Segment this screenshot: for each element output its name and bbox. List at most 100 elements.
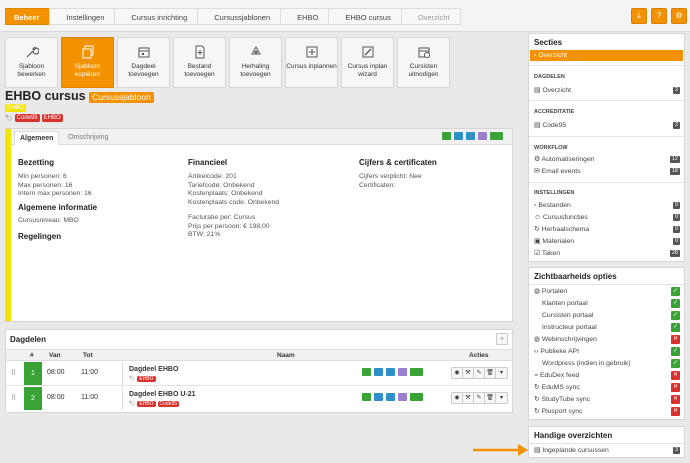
sidebar-item-overzicht-active[interactable]: ▫ Overzicht bbox=[530, 50, 683, 61]
breadcrumb-item[interactable]: Cursus inrichting bbox=[114, 8, 199, 25]
trash-icon[interactable]: 🗑 bbox=[485, 393, 496, 403]
info-line: Certificaten: bbox=[359, 181, 396, 189]
wrench-icon[interactable]: ⚒ bbox=[463, 368, 474, 378]
table-row[interactable]: ⠿ 1 08:00 11:00 Dagdeel EHBO 🏷 EHBO ◉ ⚒ … bbox=[6, 362, 512, 386]
chat-icon[interactable] bbox=[478, 132, 487, 140]
add-file-button[interactable]: Bestand toevoegen bbox=[173, 37, 226, 88]
tab-omschrijving[interactable]: Omschrijving bbox=[63, 131, 113, 145]
sidebar-item-cursusfuncties[interactable]: ☺ Cursusfuncties 0 bbox=[529, 212, 684, 223]
sidebar-item-bestanden[interactable]: ▫ Bestanden 0 bbox=[529, 200, 684, 211]
visibility-item-edudex[interactable]: ⌁ EduDex feed ✕ bbox=[529, 370, 684, 381]
visibility-item-webinschrijvingen[interactable]: ◍ Webinschrijvingen ✕ bbox=[529, 334, 684, 345]
row-name[interactable]: Dagdeel EHBO U-21 bbox=[129, 391, 196, 398]
building-icon[interactable] bbox=[374, 368, 383, 376]
breadcrumb-item[interactable]: Beheer bbox=[5, 8, 51, 25]
breadcrumb-item[interactable]: EHBO cursus bbox=[328, 8, 402, 25]
check-icon[interactable]: ✓ bbox=[671, 323, 680, 332]
check-icon[interactable]: ✓ bbox=[671, 299, 680, 308]
sidebar-item-materialen[interactable]: ▣ Materialen 0 bbox=[529, 236, 684, 247]
info-line: Max personen: 16 bbox=[18, 181, 73, 189]
sidebar-item-code95[interactable]: ▤ Code95 2 bbox=[529, 120, 684, 131]
close-icon[interactable]: ✕ bbox=[671, 335, 680, 344]
edit-icon[interactable]: ✎ bbox=[474, 393, 485, 403]
check-icon[interactable]: ✓ bbox=[671, 359, 680, 368]
building-icon[interactable] bbox=[454, 132, 463, 140]
close-icon[interactable]: ✕ bbox=[671, 395, 680, 404]
cijfers-heading: Cijfers & certificaten bbox=[359, 158, 437, 167]
view-icon[interactable]: ◉ bbox=[452, 368, 463, 378]
financieel-section: Financieel Artikelcode: 201 Tariefcode: … bbox=[188, 158, 348, 240]
dagdelen-panel: Dagdelen + # Van Tot Naam Acties ⠿ 1 08:… bbox=[5, 329, 513, 413]
check-icon[interactable]: ✓ bbox=[671, 347, 680, 356]
check-icon[interactable]: ✓ bbox=[671, 311, 680, 320]
edit-template-button[interactable]: Sjabloon bewerken bbox=[5, 37, 58, 88]
help-button[interactable]: ? bbox=[651, 8, 667, 24]
visibility-item-plusport[interactable]: ↻ Plusport sync ✕ bbox=[529, 406, 684, 417]
drag-handle-icon[interactable]: ⠿ bbox=[11, 369, 16, 377]
chevron-down-icon[interactable]: ▾ bbox=[496, 368, 507, 378]
add-daypart-button[interactable]: Dagdeel toevoegen bbox=[117, 37, 170, 88]
schedule-course-button[interactable]: Cursus inplannen bbox=[285, 37, 338, 88]
tab-algemeen[interactable]: Algemeen bbox=[14, 131, 60, 145]
tools-icon[interactable] bbox=[386, 368, 395, 376]
repeat-icon: ↻ bbox=[534, 226, 540, 233]
yellow-tag: EHBO bbox=[5, 104, 27, 112]
view-icon[interactable]: ◉ bbox=[452, 393, 463, 403]
chevron-down-icon[interactable]: ▾ bbox=[496, 393, 507, 403]
visibility-item-instructeur[interactable]: Instructeur portaal ✓ bbox=[529, 322, 684, 333]
breadcrumb-item[interactable]: Instellingen bbox=[49, 8, 116, 25]
close-icon[interactable]: ✕ bbox=[671, 383, 680, 392]
copy-template-button[interactable]: Sjabloon kopiëren bbox=[61, 37, 114, 88]
add-repeat-button[interactable]: Herhaling toevoegen bbox=[229, 37, 282, 88]
close-icon[interactable]: ✕ bbox=[671, 407, 680, 416]
handy-item-ingeplande[interactable]: ▤ Ingeplande cursussen 3 bbox=[529, 445, 684, 456]
invite-students-button[interactable]: Cursisten uitnodigen bbox=[397, 37, 450, 88]
arrow-icon bbox=[473, 444, 528, 456]
export-button[interactable]: ⤓ bbox=[631, 8, 647, 24]
car-icon[interactable] bbox=[362, 368, 371, 376]
breadcrumb-item[interactable]: EHBO bbox=[280, 8, 330, 25]
add-daypart-small-button[interactable]: + bbox=[496, 333, 508, 345]
visibility-item-wordpress[interactable]: Wordpress (indien in gebruik) ✓ bbox=[529, 358, 684, 369]
schedule-course-label: Cursus inplannen bbox=[286, 63, 337, 70]
tools-icon[interactable] bbox=[386, 393, 395, 401]
row-actions: ◉ ⚒ ✎ 🗑 ▾ bbox=[451, 367, 508, 379]
eye-icon[interactable] bbox=[410, 393, 423, 401]
sidebar-item-label: Overzicht bbox=[542, 87, 572, 94]
divider bbox=[529, 100, 684, 101]
wrench-icon[interactable]: ⚒ bbox=[463, 393, 474, 403]
list-icon: ▤ bbox=[534, 447, 541, 454]
chat-icon[interactable] bbox=[398, 393, 407, 401]
visibility-item-eduMS[interactable]: ↻ EduMS sync ✕ bbox=[529, 382, 684, 393]
table-row[interactable]: ⠿ 2 08:00 11:00 Dagdeel EHBO U-21 🏷 EHBO… bbox=[6, 387, 512, 411]
trash-icon[interactable]: 🗑 bbox=[485, 368, 496, 378]
visibility-item-publieke-api[interactable]: ‹› Publieke API ✓ bbox=[529, 346, 684, 357]
chat-icon[interactable] bbox=[398, 368, 407, 376]
tools-icon[interactable] bbox=[466, 132, 475, 140]
car-icon[interactable] bbox=[362, 393, 371, 401]
edit-icon[interactable]: ✎ bbox=[474, 368, 485, 378]
sidebar-item-taken[interactable]: ☑ Taken 28 bbox=[529, 248, 684, 259]
sidebar-item-label: Cursusfuncties bbox=[542, 214, 588, 221]
row-tot: 11:00 bbox=[81, 394, 98, 401]
close-icon[interactable]: ✕ bbox=[671, 371, 680, 380]
sidebar-item-automatiseringen[interactable]: ⚙ Automatiseringen 12 bbox=[529, 154, 684, 165]
breadcrumb-item[interactable]: Cursussjablonen bbox=[197, 8, 282, 25]
visibility-item-studytube[interactable]: ↻ StudyTube sync ✕ bbox=[529, 394, 684, 405]
row-name[interactable]: Dagdeel EHBO bbox=[129, 366, 178, 373]
settings-button[interactable]: ⚙ bbox=[671, 8, 687, 24]
visibility-item-portalen[interactable]: ◍ Portalen ✓ bbox=[529, 286, 684, 297]
eye-icon[interactable] bbox=[490, 132, 503, 140]
financieel-heading: Financieel bbox=[188, 158, 228, 167]
eye-icon[interactable] bbox=[410, 368, 423, 376]
drag-handle-icon[interactable]: ⠿ bbox=[11, 394, 16, 402]
sidebar-item-herhaalschema[interactable]: ↻ Herhaalschema 0 bbox=[529, 224, 684, 235]
sidebar-item-email-events[interactable]: ✉ Email events 18 bbox=[529, 166, 684, 177]
sidebar-item-dagdelen-overzicht[interactable]: ▤ Overzicht 2 bbox=[529, 85, 684, 96]
visibility-item-klanten[interactable]: Klanten portaal ✓ bbox=[529, 298, 684, 309]
car-icon[interactable] bbox=[442, 132, 451, 140]
visibility-item-cursisten[interactable]: Cursisten portaal ✓ bbox=[529, 310, 684, 321]
schedule-wizard-button[interactable]: Cursus inplan wizard bbox=[341, 37, 394, 88]
building-icon[interactable] bbox=[374, 393, 383, 401]
check-icon[interactable]: ✓ bbox=[671, 287, 680, 296]
